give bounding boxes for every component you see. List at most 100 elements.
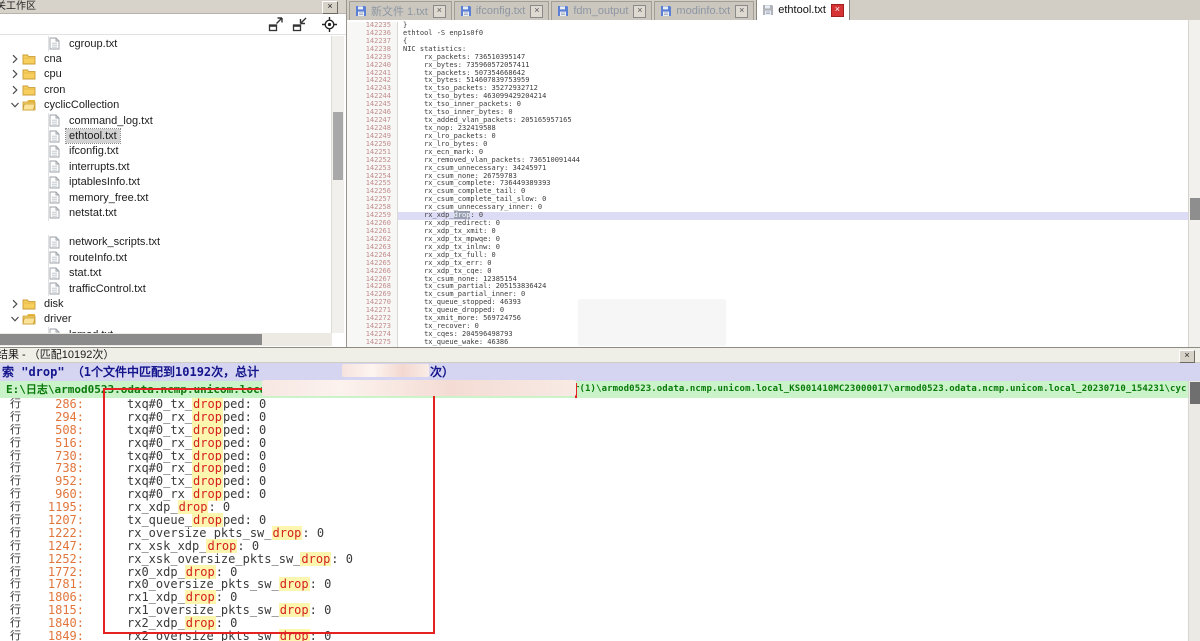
tab-close-icon[interactable]: × [633,5,646,18]
chevron-closed-icon[interactable] [10,299,22,309]
chevron-open-icon[interactable] [10,314,22,324]
tab--1.txt[interactable]: 新文件 1.txt× [349,1,452,20]
tree-item-iptablesInfo.txt[interactable]: iptablesInfo.txt [0,175,332,190]
scrollbar-thumb[interactable] [333,112,343,180]
tab-label: fdm_output [573,5,628,17]
results-vertical-scrollbar[interactable] [1188,381,1200,641]
results-title-bar: 结果 - （匹配10192次） × [0,348,1200,363]
tree-item-cpu[interactable]: cpu [0,67,332,82]
editor-line-text: } [398,22,1188,30]
match-suffix: : 0 [208,500,230,514]
results-close-button[interactable]: × [1179,350,1195,363]
result-line-number: 1247: [26,540,84,553]
editor-line[interactable]: 142236ethtool -S enp1s0f0 [347,30,1188,38]
editor-area[interactable]: 142235}142236ethtool -S enp1s0f0142237{1… [347,20,1188,347]
scrollbar-thumb[interactable] [1190,382,1200,404]
match-highlight: drop [185,565,216,579]
tab-bar: 新文件 1.txt×ifconfig.txt×fdm_output×modinf… [347,0,1200,21]
chevron-open-icon[interactable] [10,100,22,110]
tree-item-stat.txt[interactable]: stat.txt [0,265,332,280]
expand-in-icon[interactable] [292,17,308,32]
scrollbar-thumb[interactable] [0,334,262,345]
workspace-close-button[interactable]: × [322,1,338,14]
tree-item-label: driver [41,312,75,326]
search-summary-text: 索 "drop" （1个文件中匹配到10192次，总计 [2,365,259,379]
editor-line-text: rx_xdp_tx_err: 0 [398,260,1188,268]
match-prefix: rxq#0_rx_ [127,436,192,450]
editor-line-text: rx_xdp_redirect: 0 [398,220,1188,228]
tree-item-command_log.txt[interactable]: command_log.txt [0,113,332,128]
tree-item-label: interrupts.txt [66,160,133,174]
tree-item-routeInfo.txt[interactable]: routeInfo.txt [0,250,332,265]
tree-item-netstat.txt[interactable]: netstat.txt [0,205,332,220]
tree-vertical-scrollbar[interactable] [331,36,344,333]
match-highlight: drop [279,629,310,641]
editor-line[interactable]: 142237{ [347,38,1188,46]
censored-gap [0,221,332,235]
tab-ifconfig.txt[interactable]: ifconfig.txt× [454,1,550,20]
tree-item-label: ifconfig.txt [66,144,122,158]
match-prefix: rx2_oversize_pkts_sw_ [127,629,279,641]
tree-item-disk[interactable]: disk [0,296,332,311]
match-suffix: : 0 [310,629,332,641]
scrollbar-thumb[interactable] [1190,198,1200,220]
editor-text: : 0 [470,211,483,219]
tree-item-driver[interactable]: driver [0,312,332,327]
tree-item-ethtool.txt[interactable]: ethtool.txt [0,128,332,143]
match-suffix: ped: 0 [223,423,266,437]
match-suffix: : 0 [216,616,238,630]
locate-file-icon[interactable] [322,17,338,32]
match-suffix: : 0 [310,577,332,591]
tab-ethtool.txt[interactable]: ethtool.txt× [756,0,850,20]
match-highlight: drop [206,539,237,553]
match-prefix: txq#0_tx_ [127,449,192,463]
editor-vertical-scrollbar[interactable] [1188,20,1200,347]
line-number: 142275 [347,339,398,347]
editor-line-text: tx_xmit_more: 569724756 [398,315,1188,323]
match-prefix: rx2_xdp_ [127,616,185,630]
result-row[interactable]: 行1849:rx2_oversize_pkts_sw_drop: 0 [0,630,1200,641]
tree-horizontal-scrollbar[interactable] [0,333,332,346]
tree-item-cgroup.txt[interactable]: cgroup.txt [0,36,332,51]
tree-item-cyclicCollection[interactable]: cyclicCollection [0,98,332,113]
editor-line-text: rx_csum_unnecessary_inner: 0 [398,204,1188,212]
result-line-number: 1222: [26,527,84,540]
result-row-label: 行 [10,411,21,424]
chevron-closed-icon[interactable] [10,85,22,95]
tree-item-label: trafficControl.txt [66,282,149,296]
tree-item-ifconfig.txt[interactable]: ifconfig.txt [0,144,332,159]
editor-line[interactable]: 142275 tx_queue_wake: 46386 [347,339,1188,347]
tree-item-label: disk [41,297,67,311]
tab-close-icon[interactable]: × [433,5,446,18]
tab-close-icon[interactable]: × [831,4,844,17]
result-row-label: 行 [10,437,21,450]
chevron-closed-icon[interactable] [10,69,22,79]
file-icon [49,114,60,127]
search-summary-row[interactable]: 索 "drop" （1个文件中匹配到10192次，总计 次） [0,363,1200,381]
tree-item-network_scripts.txt[interactable]: network_scripts.txt [0,235,332,250]
editor-line-text: rx_xdp_tx_mpwqe: 0 [398,236,1188,244]
chevron-closed-icon[interactable] [10,54,22,64]
result-row-label: 行 [10,527,21,540]
tree-item-cron[interactable]: cron [0,82,332,97]
editor-line-text: tx_added_vlan_packets: 205165957165 [398,117,1188,125]
editor-line-text: ethtool -S enp1s0f0 [398,30,1188,38]
result-file-path-row[interactable]: E:\日志\armod0523.odata.ncmp.unicom.loca r… [0,381,1200,398]
result-match-text: rx2_oversize_pkts_sw_drop: 0 [127,630,331,641]
editor-line-text: { [398,38,1188,46]
result-row-label: 行 [10,630,21,641]
result-match-list: 行286:txq#0_tx_dropped: 0行294:rxq#0_rx_dr… [0,398,1200,641]
expand-out-icon[interactable] [268,17,284,32]
tree-item-cna[interactable]: cna [0,51,332,66]
result-row-label: 行 [10,398,21,411]
tab-close-icon[interactable]: × [735,5,748,18]
file-icon [49,37,60,50]
tab-close-icon[interactable]: × [530,5,543,18]
tree-item-memory_free.txt[interactable]: memory_free.txt [0,190,332,205]
tree-item-interrupts.txt[interactable]: interrupts.txt [0,159,332,174]
tab-fdm_output[interactable]: fdm_output × [551,1,652,20]
tree-item-trafficControl.txt[interactable]: trafficControl.txt [0,281,332,296]
floppy-icon [557,5,569,17]
file-tree: cgroup.txtcnacpucroncyclicCollectioncomm… [0,36,332,333]
tab-modinfo.txt[interactable]: modinfo.txt× [654,1,754,20]
